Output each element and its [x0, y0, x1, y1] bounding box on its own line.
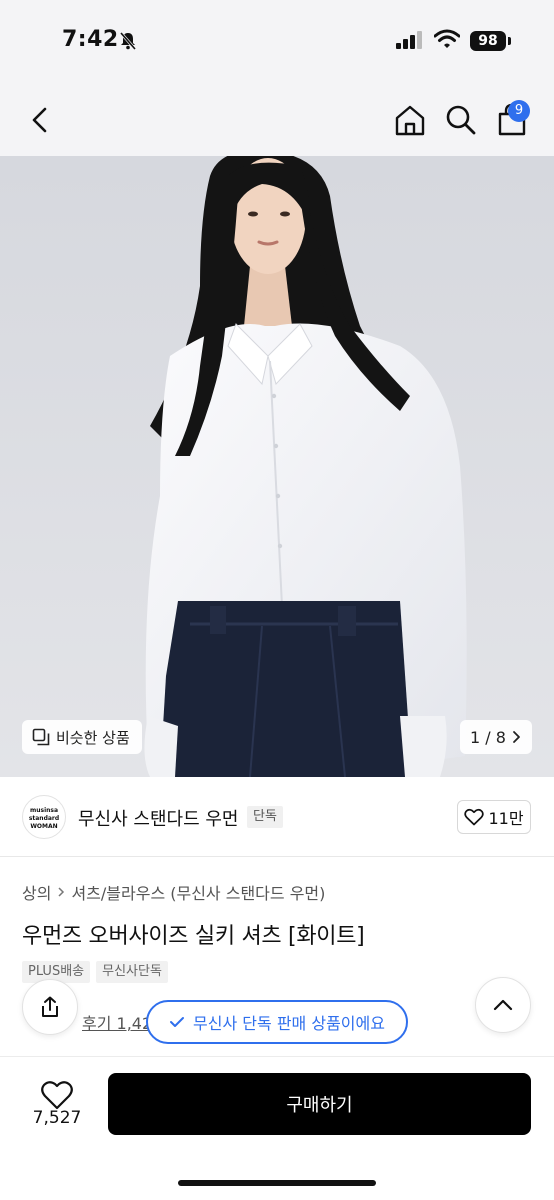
top-nav	[0, 84, 554, 156]
similar-products-label: 비슷한 상품	[56, 728, 130, 747]
status-bar: 7:42 98	[0, 0, 554, 84]
home-icon[interactable]	[392, 102, 428, 138]
exclusive-notice-text: 무신사 단독 판매 상품이에요	[193, 1014, 385, 1033]
product-photo	[0, 156, 554, 777]
chevron-right-icon	[58, 887, 65, 897]
share-icon	[42, 996, 58, 1017]
battery-tip	[508, 37, 511, 45]
battery-indicator: 98	[470, 31, 506, 51]
brand-logo-line-3: WOMAN	[30, 823, 58, 830]
product-image[interactable]	[0, 156, 554, 777]
heart-icon	[464, 808, 485, 826]
bell-muted-icon	[119, 32, 137, 50]
brand-logo-line-2: standard	[28, 815, 60, 822]
tag-exclusive: 무신사단독	[96, 961, 168, 983]
breadcrumb: 상의 셔츠/블라우스 (무신사 스탠다드 우먼)	[22, 880, 325, 904]
product-title: 우먼즈 오버사이즈 실키 셔츠 [화이트]	[22, 924, 365, 949]
brand-row: musinsa standard WOMAN 무신사 스탠다드 우먼 단독 11…	[0, 777, 554, 857]
breadcrumb-category[interactable]: 상의	[22, 880, 51, 904]
share-button[interactable]	[22, 979, 78, 1035]
back-arrow-icon[interactable]	[26, 104, 54, 136]
cellular-signal-icon	[396, 31, 422, 49]
image-page-counter[interactable]: 1 / 8	[460, 720, 532, 754]
page-counter-text: 1 / 8	[470, 727, 506, 747]
status-time: 7:42	[62, 27, 119, 52]
breadcrumb-subcategory[interactable]: 셔츠/블라우스 (무신사 스탠다드 우먼)	[71, 880, 325, 904]
brand-logo-line-1: musinsa	[29, 807, 59, 814]
exclusive-notice-pill: 무신사 단독 판매 상품이에요	[146, 1000, 408, 1044]
scroll-to-top-button[interactable]	[475, 977, 531, 1033]
like-count: 7,527	[32, 1108, 82, 1128]
home-indicator	[178, 1180, 376, 1186]
brand-name[interactable]: 무신사 스탠다드 우먼	[78, 805, 238, 831]
similar-products-button[interactable]: 비슷한 상품	[22, 720, 142, 754]
brand-like-count: 11만	[488, 809, 524, 828]
review-link[interactable]: 후기 1,42	[82, 1010, 154, 1034]
buy-button[interactable]: 구매하기	[108, 1073, 531, 1135]
chevron-right-icon	[513, 731, 520, 743]
brand-like-button[interactable]: 11만	[457, 800, 531, 834]
search-icon[interactable]	[442, 102, 478, 138]
copy-icon	[32, 728, 50, 746]
brand-exclusive-tag: 단독	[247, 806, 283, 828]
chevron-up-icon	[493, 999, 513, 1011]
brand-logo[interactable]: musinsa standard WOMAN	[22, 795, 66, 839]
check-icon	[170, 1017, 185, 1027]
cart-count-badge: 9	[508, 100, 530, 122]
wifi-icon	[434, 29, 460, 48]
